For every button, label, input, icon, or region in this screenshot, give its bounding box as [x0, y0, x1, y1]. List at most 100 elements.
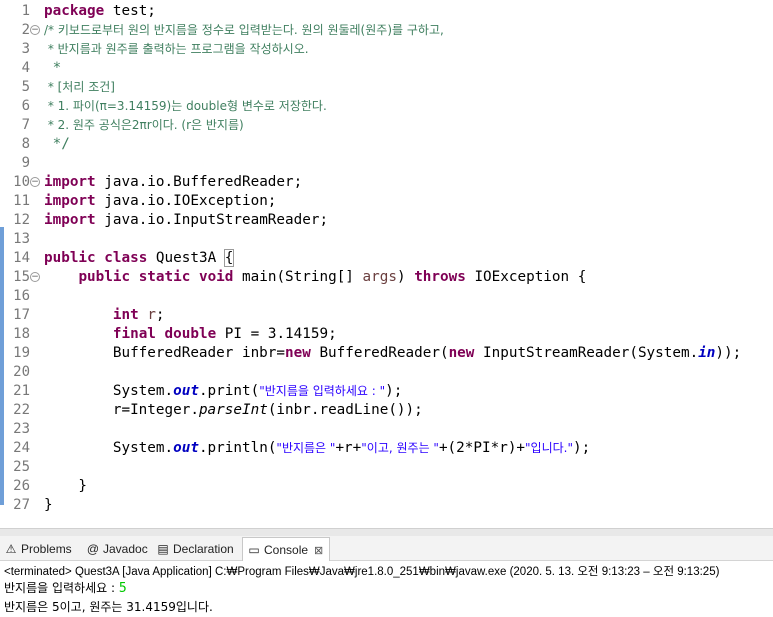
- code-line[interactable]: 23: [0, 420, 773, 439]
- code-line[interactable]: 6 * 1. 파이(π=3.14159)는 double형 변수로 저장한다.: [0, 97, 773, 116]
- code-text: * 1. 파이(π=3.14159)는 double형 변수로 저장한다.: [44, 98, 327, 115]
- code-text: * [처리 조건]: [44, 79, 115, 96]
- code-token: java.io.BufferedReader;: [95, 174, 303, 190]
- code-token: }: [44, 497, 53, 512]
- console-prompt-line: 반지름을 입력하세요 : 5: [4, 580, 127, 597]
- code-token: static: [138, 269, 191, 285]
- line-gutter: 15−: [0, 268, 40, 287]
- code-token: ;: [155, 307, 165, 323]
- fold-toggle-icon[interactable]: −: [30, 177, 40, 187]
- line-number: 6: [21, 98, 30, 114]
- fold-toggle-icon[interactable]: −: [30, 272, 40, 282]
- code-token: (inbr.readLine());: [267, 402, 423, 418]
- fold-toggle-icon[interactable]: −: [30, 25, 40, 35]
- line-gutter: 24: [0, 439, 40, 458]
- code-editor[interactable]: 1 package test; 2−/* 키보드로부터 원의 반지름을 정수로 입력…: [0, 0, 773, 512]
- code-line[interactable]: 12 import java.io.InputStreamReader;: [0, 211, 773, 230]
- code-line[interactable]: 15− public static void main(String[] arg…: [0, 268, 773, 287]
- line-number: 20: [13, 364, 30, 380]
- code-line[interactable]: 4 *: [0, 59, 773, 78]
- code-line[interactable]: 1 package test;: [0, 2, 773, 21]
- code-line[interactable]: 7 * 2. 원주 공식은2πr이다. (r은 반지름): [0, 116, 773, 135]
- line-number: 21: [13, 383, 30, 399]
- code-line[interactable]: 20: [0, 363, 773, 382]
- line-gutter: 9: [0, 154, 40, 173]
- line-number: 8: [21, 136, 30, 152]
- code-token: ): [396, 269, 415, 285]
- code-line[interactable]: 22 r=Integer.parseInt(inbr.readLine());: [0, 401, 773, 420]
- code-token: .println(: [198, 440, 277, 456]
- console-prompt: 반지름을 입력하세요 :: [4, 581, 119, 595]
- code-text: r=Integer.parseInt(inbr.readLine());: [44, 402, 423, 419]
- code-token: class: [104, 250, 148, 266]
- code-token: import: [44, 193, 96, 209]
- code-token: parseInt: [198, 402, 268, 418]
- code-line[interactable]: 9: [0, 154, 773, 173]
- code-line[interactable]: 17 int r;: [0, 306, 773, 325]
- code-text: * 반지름과 원주를 출력하는 프로그램을 작성하시오.: [44, 41, 309, 58]
- code-line[interactable]: 14 public class Quest3A {: [0, 249, 773, 268]
- code-text: BufferedReader inbr=new BufferedReader(n…: [44, 345, 741, 362]
- line-gutter: 2−: [0, 21, 40, 40]
- code-line[interactable]: 25: [0, 458, 773, 477]
- line-number: 15: [13, 269, 30, 285]
- code-line[interactable]: 11 import java.io.IOException;: [0, 192, 773, 211]
- code-token: void: [198, 269, 234, 285]
- code-line[interactable]: 2−/* 키보드로부터 원의 반지름을 정수로 입력받는다. 원의 원둘레(원주…: [0, 21, 773, 40]
- code-token: );: [573, 440, 591, 456]
- code-line[interactable]: 5 * [처리 조건]: [0, 78, 773, 97]
- code-token: import: [44, 212, 96, 228]
- code-line[interactable]: 24 System.out.println("반지름은 "+r+"이고, 원주는…: [0, 439, 773, 458]
- code-token: int: [112, 307, 139, 323]
- line-gutter: 4: [0, 59, 40, 78]
- tab-problems[interactable]: ⚠ Problems: [4, 539, 72, 559]
- line-gutter: 10−: [0, 173, 40, 192]
- code-line[interactable]: 8 */: [0, 135, 773, 154]
- code-line[interactable]: 27}: [0, 496, 773, 512]
- code-token: "반지름은 ": [276, 441, 336, 455]
- code-token: * 2. 원주 공식은2πr이다. (r은 반지름): [44, 118, 244, 132]
- line-gutter: 17: [0, 306, 40, 325]
- code-line[interactable]: 10− import java.io.BufferedReader;: [0, 173, 773, 192]
- tab-declaration[interactable]: ▤ Declaration: [156, 539, 233, 559]
- code-text: import java.io.InputStreamReader;: [44, 212, 328, 229]
- code-token: * [처리 조건]: [44, 80, 115, 94]
- tab-console[interactable]: ▭ Console ⊠: [242, 537, 331, 561]
- tab-javadoc[interactable]: @ Javadoc: [86, 539, 148, 559]
- tab-label: Javadoc: [103, 542, 148, 556]
- line-gutter: 12: [0, 211, 40, 230]
- line-gutter: 16: [0, 287, 40, 306]
- code-text: }: [44, 497, 53, 512]
- code-line[interactable]: 21 System.out.print("반지름을 입력하세요 : ");: [0, 382, 773, 401]
- code-line[interactable]: 3 * 반지름과 원주를 출력하는 프로그램을 작성하시오.: [0, 40, 773, 59]
- code-token: BufferedReader inbr=: [44, 345, 286, 361]
- code-text: import java.io.BufferedReader;: [44, 174, 302, 191]
- code-line[interactable]: 18 final double PI = 3.14159;: [0, 325, 773, 344]
- line-gutter: 6: [0, 97, 40, 116]
- code-line[interactable]: 19 BufferedReader inbr=new BufferedReade…: [0, 344, 773, 363]
- code-token: * 반지름과 원주를 출력하는 프로그램을 작성하시오.: [44, 42, 309, 56]
- code-line[interactable]: 26 }: [0, 477, 773, 496]
- code-token: System.: [44, 383, 174, 399]
- line-gutter: 21: [0, 382, 40, 401]
- line-gutter: 3: [0, 40, 40, 59]
- code-text: *: [44, 60, 62, 77]
- line-number: 11: [13, 193, 30, 209]
- code-token: in: [698, 345, 716, 361]
- code-line[interactable]: 13: [0, 230, 773, 249]
- code-token: "입니다.": [525, 441, 574, 455]
- close-tab-icon[interactable]: ⊠: [314, 545, 323, 557]
- code-token: "반지름을 입력하세요 : ": [259, 384, 386, 398]
- code-line[interactable]: 16: [0, 287, 773, 306]
- code-token: * 1. 파이(π=3.14159)는 double형 변수로 저장한다.: [44, 99, 327, 113]
- console-output: 반지름은 5이고, 원주는 31.4159입니다.: [4, 600, 213, 614]
- line-gutter: 5: [0, 78, 40, 97]
- code-token: .print(: [198, 383, 260, 399]
- view-divider[interactable]: [0, 528, 773, 536]
- code-text: final double PI = 3.14159;: [44, 326, 337, 343]
- code-token: double: [164, 326, 217, 342]
- code-token: new: [285, 345, 311, 361]
